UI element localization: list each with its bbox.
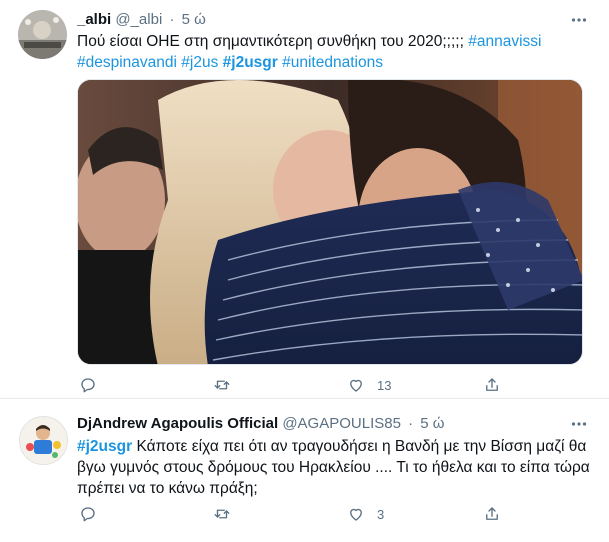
share-icon	[486, 507, 498, 520]
like-button[interactable]: 3	[347, 504, 384, 524]
reply-icon	[81, 378, 95, 393]
tweet[interactable]: DjAndrew Agapoulis Official @AGAPOULIS85…	[0, 399, 609, 542]
hashtag-link[interactable]: #despinavandi	[77, 54, 177, 71]
tweet-photo[interactable]	[77, 79, 583, 365]
more-dots-icon	[571, 422, 587, 426]
tweet-header: _albi @_albi · 5 ώ	[77, 10, 206, 30]
avatar[interactable]	[19, 416, 68, 465]
tweet-actions: 3	[77, 504, 507, 524]
like-button[interactable]: 13	[347, 375, 391, 395]
reply-button[interactable]	[79, 504, 109, 524]
tweet-text: #j2usgr Κάποτε είχα πει ότι αν τραγουδήσ…	[77, 436, 591, 499]
user-handle[interactable]: @_albi	[115, 11, 162, 28]
tweet-text-segment: Κάποτε είχα πει ότι αν τραγουδήσει η Βαν…	[77, 438, 590, 497]
avatar[interactable]	[18, 10, 67, 59]
retweet-icon	[214, 380, 230, 390]
display-name[interactable]: DjAndrew Agapoulis Official	[77, 415, 278, 432]
display-name[interactable]: _albi	[77, 11, 111, 28]
timestamp[interactable]: 5 ώ	[420, 415, 444, 432]
more-options-button[interactable]	[569, 10, 589, 30]
separator-dot: ·	[169, 11, 175, 28]
hashtag-link[interactable]: #annavissi	[468, 33, 541, 50]
tweet[interactable]: _albi @_albi · 5 ώ Πού είσαι ΟΗΕ στη σημ…	[0, 0, 609, 399]
retweet-button[interactable]	[213, 375, 243, 395]
more-dots-icon	[571, 18, 587, 22]
more-options-button[interactable]	[569, 414, 589, 434]
heart-icon	[350, 379, 362, 392]
timestamp[interactable]: 5 ώ	[182, 11, 206, 28]
share-button[interactable]	[483, 375, 501, 395]
share-button[interactable]	[483, 504, 501, 524]
tweet-text-segment: Πού είσαι ΟΗΕ στη σημαντικότερη συνθήκη …	[77, 33, 469, 50]
reply-button[interactable]	[79, 375, 109, 395]
separator-dot: ·	[408, 415, 414, 432]
like-count: 13	[377, 377, 392, 393]
reply-icon	[81, 507, 95, 522]
tweet-header: DjAndrew Agapoulis Official @AGAPOULIS85…	[77, 414, 445, 434]
heart-icon	[350, 508, 362, 521]
hashtag-link[interactable]: #j2usgr	[223, 54, 278, 71]
user-handle[interactable]: @AGAPOULIS85	[282, 415, 401, 432]
hashtag-link[interactable]: #j2us	[181, 54, 218, 71]
share-icon	[486, 378, 498, 391]
tweet-actions: 13	[77, 375, 507, 395]
tweet-text: Πού είσαι ΟΗΕ στη σημαντικότερη συνθήκη …	[77, 31, 591, 73]
like-count: 3	[377, 506, 385, 522]
retweet-icon	[214, 509, 230, 519]
hashtag-link[interactable]: #j2usgr	[77, 438, 132, 455]
retweet-button[interactable]	[213, 504, 243, 524]
hashtag-link[interactable]: #unitednations	[282, 54, 383, 71]
